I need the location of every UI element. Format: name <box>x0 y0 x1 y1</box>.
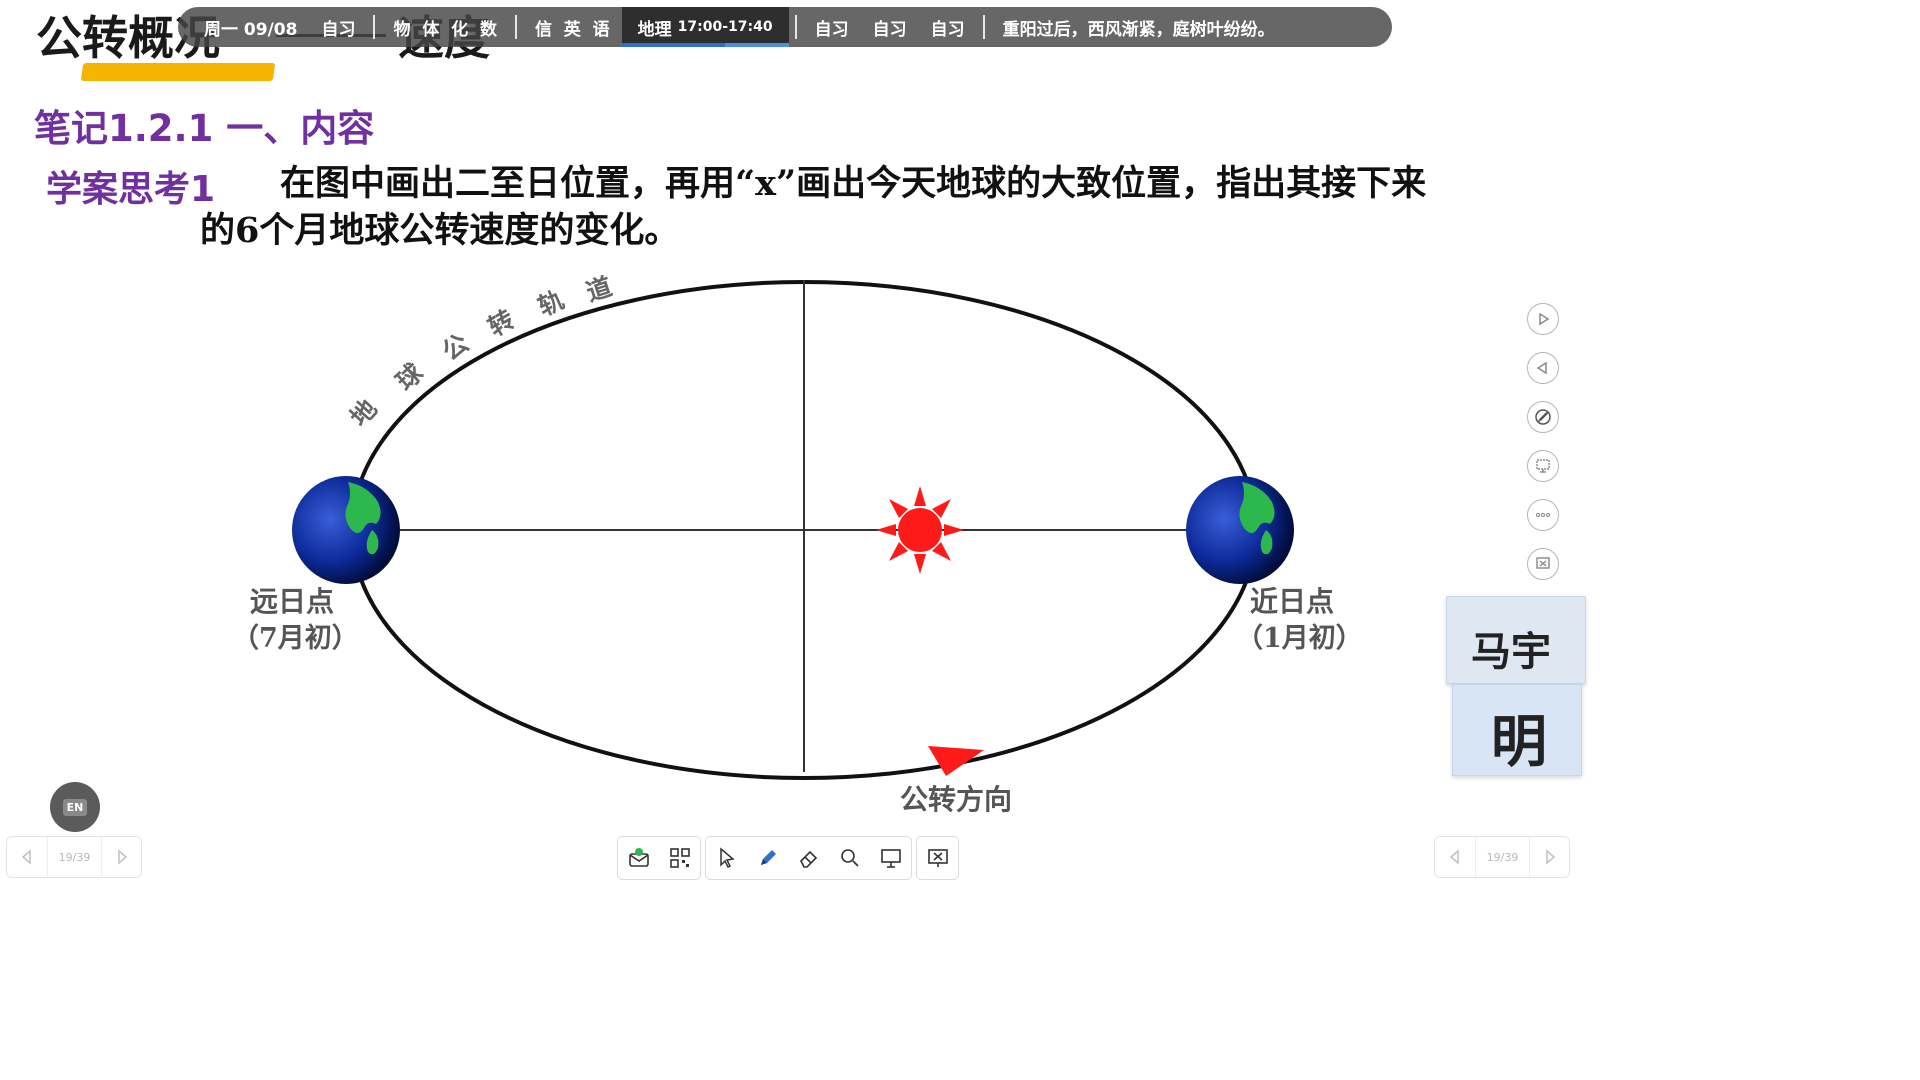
schedule-item[interactable]: 自习 <box>309 7 367 47</box>
en-icon: EN <box>62 798 88 816</box>
direction-label: 公转方向 <box>900 783 1013 816</box>
name-card-text: 马宇 <box>1471 629 1551 675</box>
schedule-item[interactable]: 自习 <box>861 7 919 47</box>
toolbar-group <box>916 836 959 880</box>
earth-perihelion-icon <box>1186 476 1294 584</box>
chevron-left-icon <box>1449 849 1459 865</box>
pen-off-button[interactable] <box>1527 401 1559 433</box>
schedule-divider <box>982 15 985 39</box>
note-heading: 笔记1.2.1 一、内容 <box>34 107 375 150</box>
schedule-item[interactable]: 自习 <box>919 7 977 47</box>
next-page-button[interactable] <box>1529 837 1569 877</box>
schedule-item[interactable]: 物 体 化 数 <box>381 7 509 47</box>
active-class-label: 地理 <box>637 19 672 40</box>
prev-page-button[interactable] <box>1435 837 1475 877</box>
chevron-right-icon <box>117 849 127 865</box>
pen-off-icon <box>1535 409 1551 425</box>
class-progress-bar <box>621 43 789 47</box>
aphelion-label: 远日点 <box>250 585 335 618</box>
back-button[interactable] <box>1527 352 1559 384</box>
aphelion-date: （7月初） <box>232 623 359 654</box>
schedule-quote: 重阳过后，西风渐紧，庭树叶纷纷。 <box>1002 19 1275 40</box>
annotation-toolbar <box>617 836 959 880</box>
chevron-right-icon <box>1545 849 1555 865</box>
name-card-text: 明 <box>1491 710 1547 775</box>
orbit-diagram: 地 球 公 转 轨 道 远日点 （7月初） 近日点 （1月初） 公转方向 <box>220 260 1363 830</box>
toolbar-group <box>617 836 701 880</box>
schedule-item[interactable]: 自习 <box>803 7 861 47</box>
toolbar-group <box>705 836 912 880</box>
earth-aphelion-icon <box>292 476 400 584</box>
sun-icon <box>876 486 964 574</box>
schedule-divider <box>794 15 797 39</box>
exit-button[interactable] <box>917 837 958 879</box>
schedule-bar[interactable]: 周一 09/08 自习 物 体 化 数 信 英 语 地理 17:00-17:40… <box>178 7 1392 47</box>
schedule-item[interactable]: 信 英 语 <box>523 7 622 47</box>
play-icon <box>1539 312 1550 326</box>
more-button[interactable] <box>1527 499 1559 531</box>
qr-icon <box>669 848 690 868</box>
pen-button[interactable] <box>747 837 788 879</box>
active-class-time: 17:00-17:40 <box>677 19 773 35</box>
eraser-icon <box>799 850 817 868</box>
select-button[interactable] <box>706 837 747 879</box>
send-icon <box>628 848 649 867</box>
question-text: 在图中画出二至日位置，再用“x”画出今天地球的大致位置，指出其接下来的6个月地球… <box>200 163 1427 251</box>
select-icon <box>719 847 735 869</box>
search-icon <box>840 849 859 867</box>
case-label: 学案思考1 <box>46 169 216 210</box>
page-nav-right: 19/39 <box>1434 836 1570 878</box>
prev-page-button[interactable] <box>7 837 47 877</box>
qr-button[interactable] <box>659 837 700 879</box>
screen-button[interactable] <box>1527 450 1559 482</box>
more-icon <box>1536 513 1550 517</box>
eraser-button[interactable] <box>788 837 829 879</box>
next-page-button[interactable] <box>101 837 141 877</box>
name-card-top[interactable]: 马宇 <box>1446 596 1586 684</box>
page-indicator[interactable]: 19/39 <box>47 837 101 877</box>
window-icon <box>1536 557 1550 569</box>
name-card-bottom[interactable]: 明 <box>1452 684 1582 776</box>
chevron-left-icon <box>21 849 31 865</box>
schedule-date[interactable]: 周一 09/08 <box>192 7 309 47</box>
language-button[interactable]: EN <box>50 782 100 832</box>
search-button[interactable] <box>829 837 870 879</box>
schedule-divider <box>514 15 517 39</box>
page-nav-left: 19/39 <box>6 836 142 878</box>
schedule-active-class[interactable]: 地理 17:00-17:40 <box>621 7 789 47</box>
play-button[interactable] <box>1527 303 1559 335</box>
back-icon <box>1536 361 1547 375</box>
schedule-divider <box>373 15 376 39</box>
perihelion-date: （1月初） <box>1236 623 1363 654</box>
send-button[interactable] <box>618 837 659 879</box>
perihelion-label: 近日点 <box>1250 585 1335 618</box>
exit-icon <box>927 849 948 867</box>
pen-icon <box>760 850 776 865</box>
board-button[interactable] <box>870 837 911 879</box>
screen-icon <box>1536 459 1550 473</box>
board-icon <box>880 849 901 868</box>
window-button[interactable] <box>1527 548 1559 580</box>
page-indicator[interactable]: 19/39 <box>1475 837 1529 877</box>
